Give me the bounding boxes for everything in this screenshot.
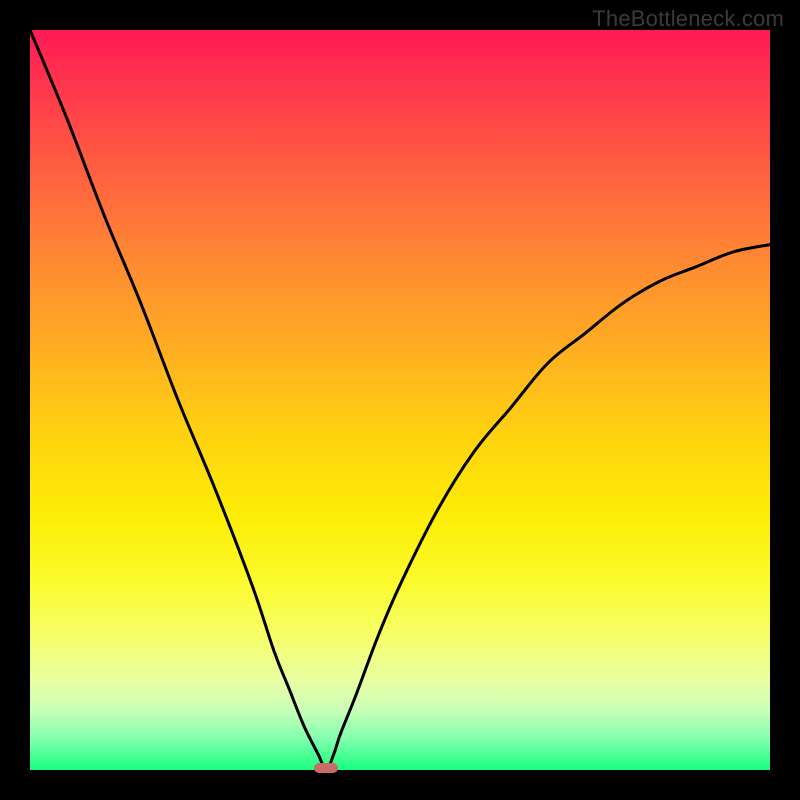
watermark-text: TheBottleneck.com	[592, 6, 784, 32]
bottleneck-curve	[30, 30, 770, 770]
ideal-marker	[314, 763, 338, 773]
plot-area	[30, 30, 770, 770]
